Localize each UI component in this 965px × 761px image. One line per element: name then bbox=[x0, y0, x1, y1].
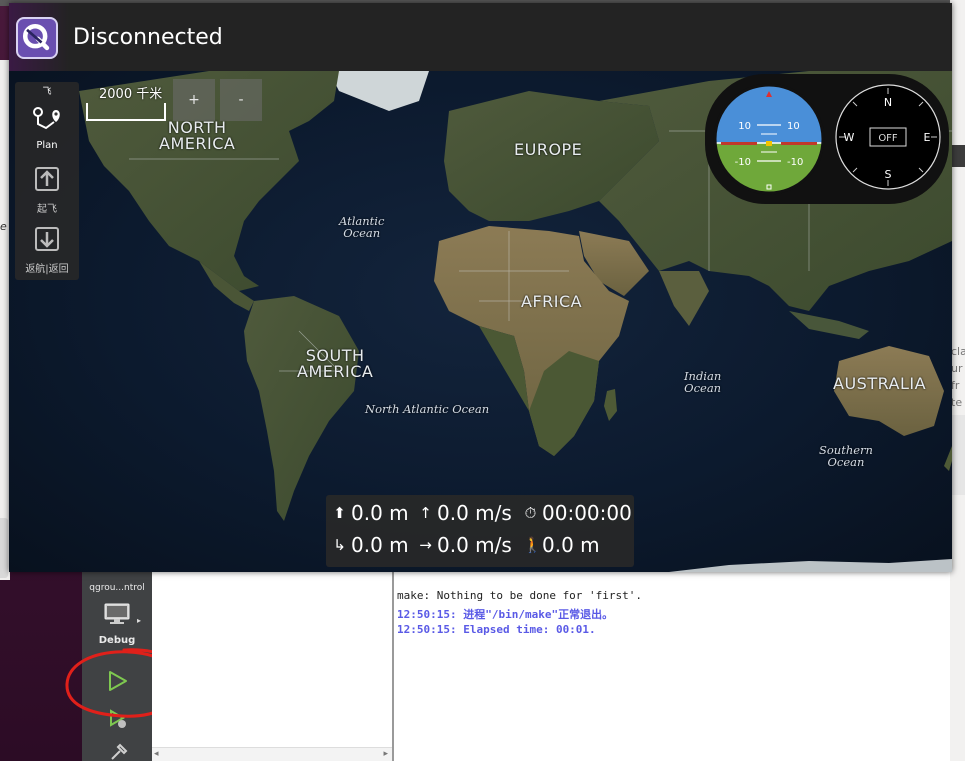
home-distance-readout: ↳ 0.0 m bbox=[332, 533, 409, 557]
plan-label[interactable]: Plan bbox=[15, 140, 79, 151]
india-shape bbox=[659, 271, 709, 326]
pitch-label: -10 bbox=[735, 157, 751, 168]
map-label-indian-ocean: Indian Ocean bbox=[684, 369, 722, 395]
output-line: make: Nothing to be done for 'first'. bbox=[397, 589, 643, 602]
build-hammer-icon[interactable] bbox=[110, 743, 128, 761]
flight-time-readout: ⏱ 00:00:00 bbox=[523, 501, 632, 525]
attitude-indicator: 10 10 -10 -10 bbox=[713, 83, 825, 195]
horizontal-scrollbar[interactable]: ◂ ▸ bbox=[152, 747, 392, 761]
right-panel-text: cla bbox=[951, 345, 965, 358]
background-editor-text: e bbox=[0, 220, 7, 233]
right-panel-text: ur bbox=[951, 362, 963, 375]
background-right-panel: cla ur fr te bbox=[950, 0, 965, 761]
compass-south-label: S bbox=[885, 168, 892, 181]
telemetry-panel: ⬆ 0.0 m ↑ 0.0 m/s ⏱ 00:00:00 ↳ 0.0 m → 0.0 m/… bbox=[326, 495, 634, 567]
zoom-out-button[interactable]: - bbox=[220, 79, 262, 121]
distance-readout: 🚶0.0 m bbox=[523, 533, 600, 557]
altitude-readout: ⬆ 0.0 m bbox=[332, 501, 409, 525]
ground-speed-icon: → bbox=[419, 536, 432, 554]
monitor-icon[interactable] bbox=[104, 603, 130, 625]
map-label-south-america: SOUTH AMERICA bbox=[297, 346, 374, 381]
scroll-right-icon[interactable]: ▸ bbox=[383, 749, 388, 759]
compass-indicator: N E S W OFF bbox=[835, 84, 941, 190]
vertical-speed-value: 0.0 m/s bbox=[437, 501, 512, 525]
ground-speed-readout: → 0.0 m/s bbox=[418, 533, 512, 557]
indonesia-shape bbox=[789, 311, 869, 339]
pitch-label: 10 bbox=[738, 121, 751, 132]
map-label-africa: AFRICA bbox=[521, 292, 583, 311]
pitch-label: -10 bbox=[787, 157, 803, 168]
project-tree-panel: ◂ ▸ bbox=[152, 571, 392, 761]
plan-route-icon[interactable] bbox=[32, 104, 62, 134]
kit-selector-label[interactable]: qgrou...ntrol bbox=[82, 583, 152, 593]
pitch-label: 10 bbox=[787, 121, 800, 132]
map-label-north-atlantic-ocean: North Atlantic Ocean bbox=[365, 402, 490, 416]
compass-east-label: E bbox=[924, 131, 931, 144]
altitude-value: 0.0 m bbox=[351, 501, 409, 525]
right-panel-text: fr bbox=[951, 379, 960, 392]
greenland-shape bbox=[329, 71, 429, 111]
altitude-arrow-icon: ⬆ bbox=[333, 504, 346, 522]
instrument-panel[interactable]: 10 10 -10 -10 N E S W OFF bbox=[705, 74, 949, 204]
rtl-label[interactable]: 返航|返回 bbox=[15, 260, 79, 275]
antarctica-shape bbox=[669, 559, 952, 572]
expand-arrow-icon[interactable]: ▸ bbox=[137, 616, 141, 625]
build-mode-label: Debug bbox=[98, 635, 136, 646]
takeoff-icon[interactable] bbox=[32, 164, 62, 194]
map-scale-label: 2000 千米 bbox=[99, 87, 163, 102]
home-distance-value: 0.0 m bbox=[351, 533, 409, 557]
dock-handle[interactable] bbox=[0, 518, 8, 578]
world-map[interactable]: NORTH AMERICA EUROPE Atlantic Ocean AFRI… bbox=[9, 71, 952, 572]
compass-north-label: N bbox=[884, 96, 892, 109]
connection-status-title: Disconnected bbox=[73, 25, 223, 50]
ground-speed-value: 0.0 m/s bbox=[437, 533, 512, 557]
zoom-in-button[interactable]: + bbox=[173, 79, 215, 121]
title-bar[interactable]: Disconnected bbox=[9, 3, 952, 71]
compass-west-label: W bbox=[844, 131, 855, 144]
right-panel-text: te bbox=[951, 396, 963, 409]
walking-person-icon: 🚶 bbox=[523, 536, 542, 554]
compile-output-panel: make: Nothing to be done for 'first'. 12… bbox=[394, 571, 950, 761]
output-line: 12:50:15: Elapsed time: 00:01. bbox=[397, 623, 596, 636]
map-label-europe: EUROPE bbox=[514, 140, 583, 159]
flight-time-value: 00:00:00 bbox=[542, 501, 632, 525]
distance-value: 0.0 m bbox=[542, 533, 600, 557]
vertical-speed-readout: ↑ 0.0 m/s bbox=[418, 501, 512, 525]
map-label-southern-ocean: Southern Ocean bbox=[819, 443, 873, 469]
timer-icon: ⏱ bbox=[524, 504, 537, 522]
new-zealand-shape bbox=[944, 446, 952, 471]
return-to-launch-icon[interactable] bbox=[32, 224, 62, 254]
madagascar-shape bbox=[604, 389, 617, 421]
map-scale-bar bbox=[86, 103, 166, 121]
qgroundcontrol-window: Disconnected NORTH AMERICA EUROPE Atlant… bbox=[9, 3, 952, 572]
output-line: 12:50:15: 进程"/bin/make"正常退出。 bbox=[397, 608, 614, 621]
takeoff-label[interactable]: 起飞 bbox=[15, 200, 79, 215]
toolbar-top-label: 飞 bbox=[42, 87, 52, 97]
plan-toolbar: 飞 Plan 起飞 返航|返回 bbox=[15, 82, 79, 280]
map-label-atlantic-ocean: Atlantic Ocean bbox=[339, 214, 385, 240]
vertical-speed-icon: ↑ bbox=[419, 504, 432, 522]
south-america-shape bbox=[244, 296, 359, 521]
home-distance-icon: ↳ bbox=[333, 536, 346, 554]
qgc-logo-icon[interactable] bbox=[16, 17, 58, 59]
map-label-australia: AUSTRALIA bbox=[833, 374, 927, 393]
map-label-north-america: NORTH AMERICA bbox=[159, 118, 236, 153]
scroll-left-icon[interactable]: ◂ bbox=[154, 749, 159, 759]
compass-status: OFF bbox=[878, 133, 898, 144]
